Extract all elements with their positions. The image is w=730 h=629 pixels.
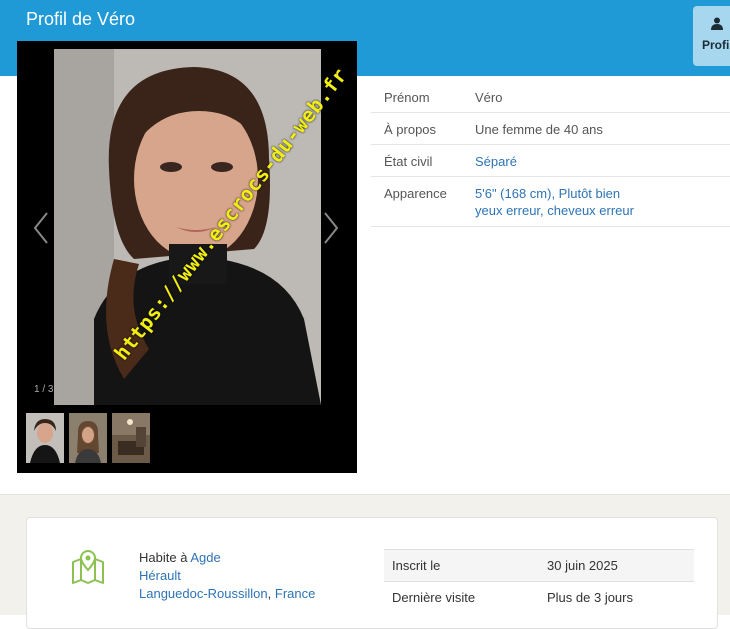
appearance-link-1[interactable]: 5'6" (168 cm), Plutôt bien xyxy=(475,186,620,201)
profile-tab[interactable]: Profil xyxy=(693,6,730,66)
location-line-department: Hérault xyxy=(139,568,181,583)
city-link[interactable]: Agde xyxy=(190,550,220,565)
profile-info-table: Prénom Véro À propos Une femme de 40 ans… xyxy=(371,81,730,227)
thumbnail-2[interactable] xyxy=(69,413,107,463)
marital-status-link[interactable]: Séparé xyxy=(475,154,517,169)
main-photo[interactable] xyxy=(54,49,321,405)
chevron-left-icon[interactable] xyxy=(31,211,51,245)
membership-stats: Inscrit le 30 juin 2025 Dernière visite … xyxy=(384,549,694,613)
info-row-about: À propos Une femme de 40 ans xyxy=(371,113,730,145)
thumbnail-1[interactable] xyxy=(26,413,64,463)
stats-row-last-visit: Dernière visite Plus de 3 jours xyxy=(384,581,694,613)
location-card: Habite à Agde Hérault Languedoc-Roussill… xyxy=(26,517,718,629)
info-row-appearance: Apparence 5'6" (168 cm), Plutôt bien yeu… xyxy=(371,177,730,227)
location-line-city: Habite à Agde xyxy=(139,550,221,565)
region-link[interactable]: Languedoc-Roussillon xyxy=(139,586,268,601)
photo-gallery: 1 / 3 https://www.escrocs-du-web.fr xyxy=(17,41,357,473)
info-row-firstname: Prénom Véro xyxy=(371,81,730,113)
appearance-link-2[interactable]: yeux erreur, cheveux erreur xyxy=(475,203,634,218)
user-icon xyxy=(711,17,723,30)
thumbnail-3[interactable] xyxy=(112,413,150,463)
chevron-right-icon[interactable] xyxy=(321,211,341,245)
stats-row-joined: Inscrit le 30 juin 2025 xyxy=(384,549,694,581)
map-pin-icon xyxy=(72,550,104,584)
photo-counter: 1 / 3 xyxy=(34,384,54,395)
department-link[interactable]: Hérault xyxy=(139,568,181,583)
location-line-region: Languedoc-Roussillon, France xyxy=(139,586,316,601)
country-link[interactable]: France xyxy=(275,586,315,601)
profile-tab-label: Profil xyxy=(702,38,730,52)
info-row-marital-status: État civil Séparé xyxy=(371,145,730,177)
page-title: Profil de Véro xyxy=(26,9,136,29)
